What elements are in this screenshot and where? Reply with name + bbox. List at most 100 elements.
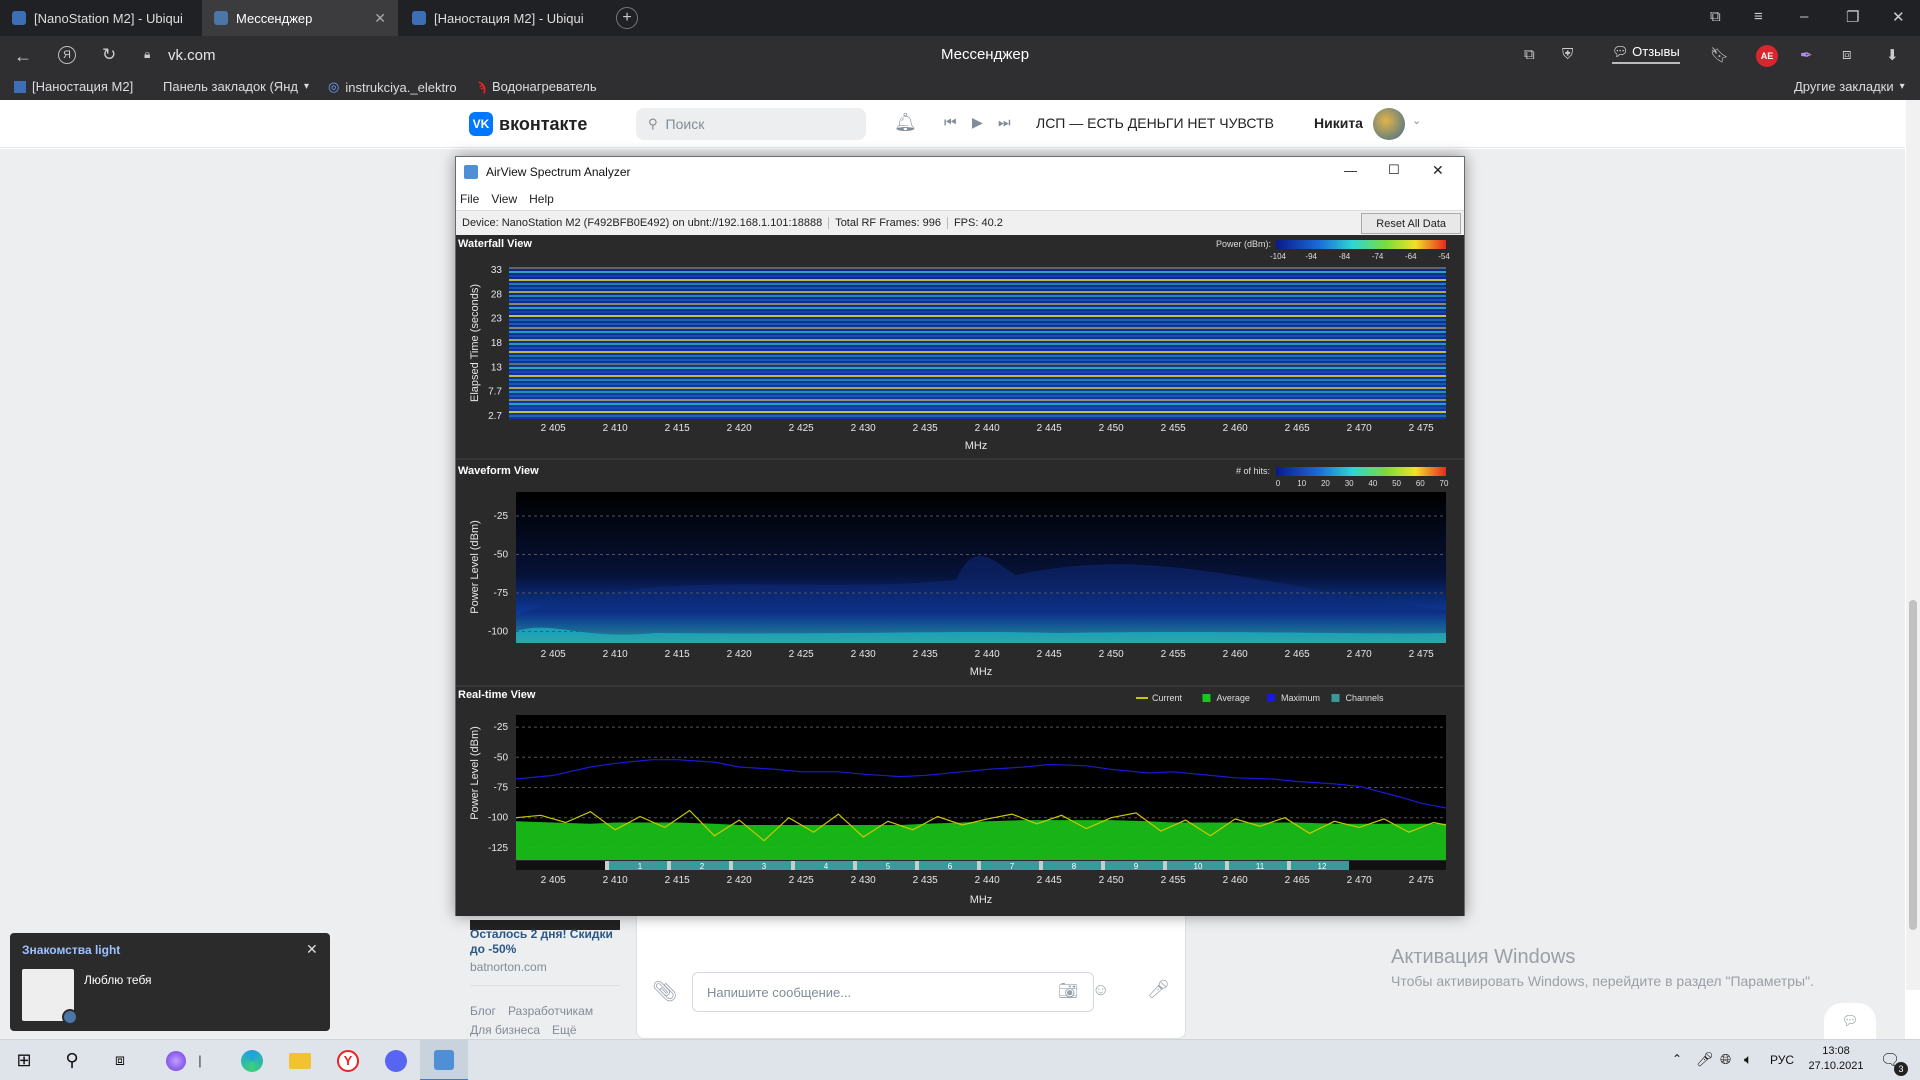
x-tick-label: 2 415 <box>665 875 690 886</box>
tray-chevron-icon[interactable]: ⌃ <box>1672 1052 1682 1066</box>
back-icon[interactable]: ← <box>14 46 32 67</box>
maximize-icon[interactable]: ❐ <box>1846 8 1859 26</box>
reload-icon[interactable]: ↻ <box>102 45 116 65</box>
bookmark-instrukciya[interactable]: ◎ instrukciya._elektro <box>328 79 457 95</box>
legend-tick-label: -64 <box>1405 252 1417 261</box>
x-tick-label: 2 425 <box>789 423 814 434</box>
footer-blog[interactable]: Блог <box>470 1004 496 1018</box>
ad-title[interactable]: Осталось 2 дня! Скидки до -50% <box>470 927 620 957</box>
avatar[interactable] <box>1373 108 1405 140</box>
waterfall-band <box>509 283 1446 285</box>
new-tab-icon[interactable]: + <box>616 7 638 29</box>
tab-nanostation-ru[interactable]: [Наностация M2] - Ubiqui <box>400 0 600 36</box>
yandex-icon[interactable]: Я <box>58 46 76 64</box>
adblock-icon[interactable]: AE <box>1756 45 1778 67</box>
download-icon[interactable]: ⬇ <box>1886 46 1899 64</box>
x-tick-label: 2 455 <box>1161 423 1186 434</box>
other-bookmarks[interactable]: Другие закладки ▾ <box>1794 79 1905 94</box>
start-button[interactable]: ⊞ <box>0 1040 48 1080</box>
microphone-icon[interactable]: 🎤︎ <box>1696 1051 1714 1068</box>
x-tick-label: 2 435 <box>913 649 938 660</box>
window-title-bar: AirView Spectrum Analyzer — ☐ ✕ <box>456 157 1464 187</box>
feedback-button[interactable]: 💬︎ Отзывы <box>1612 44 1680 64</box>
attach-icon[interactable]: 📎︎ <box>652 979 677 1004</box>
close-tab-icon[interactable]: ✕ <box>374 10 386 27</box>
scrollbar-thumb[interactable] <box>1909 600 1917 930</box>
pip-icon[interactable]: ⧉ <box>1524 46 1535 63</box>
explorer-button[interactable] <box>276 1040 324 1080</box>
waterfall-band <box>509 351 1446 353</box>
current-track[interactable]: ЛСП — ЕСТЬ ДЕНЬГИ НЕТ ЧУВСТВ <box>1036 115 1274 131</box>
message-input[interactable]: Напишите сообщение... <box>692 972 1094 1012</box>
task-view-button[interactable]: ⧈ <box>96 1040 144 1080</box>
menu-help[interactable]: Help <box>529 192 554 206</box>
channel-separator <box>1163 861 1167 870</box>
prev-track-icon[interactable]: ⏮ <box>944 114 957 131</box>
search-input[interactable]: ⚲ Поиск <box>636 108 866 140</box>
menu-icon[interactable]: ≡ <box>1754 8 1763 25</box>
tabs-manager-icon[interactable]: ⧉ <box>1710 8 1721 25</box>
url-text[interactable]: vk.com <box>168 47 216 64</box>
x-tick-label: 2 430 <box>851 875 876 886</box>
volume-icon[interactable]: 🔈︎ <box>1744 1051 1752 1068</box>
lock-icon[interactable]: 🔒︎ <box>144 47 150 62</box>
minimize-icon[interactable]: – <box>1800 8 1808 25</box>
footer-more[interactable]: Ещё <box>552 1023 577 1037</box>
bookmark-panel[interactable]: Панель закладок (Янд ▾ <box>163 79 309 94</box>
close-window-icon[interactable]: ✕ <box>1892 8 1905 26</box>
notification-popup[interactable]: Знакомства light ✕ Люблю тебя <box>10 933 330 1031</box>
user-name[interactable]: Никита <box>1314 115 1363 131</box>
collections-icon[interactable]: ⧈ <box>1842 46 1852 63</box>
waterfall-band <box>509 339 1446 341</box>
bookmark-icon[interactable]: 🔖︎ <box>1710 46 1729 64</box>
ad-domain[interactable]: batnorton.com <box>470 960 547 974</box>
airview-icon <box>434 1049 454 1070</box>
close-icon[interactable]: ✕ <box>306 941 318 958</box>
protect-icon[interactable]: ⛨ <box>1562 46 1573 63</box>
emoji-icon[interactable]: ☺ <box>1092 980 1109 1000</box>
bell-icon[interactable]: 🔔︎ <box>894 112 917 133</box>
channel-label: 5 <box>886 862 891 871</box>
close-icon[interactable]: ✕ <box>1432 162 1444 179</box>
tab-messenger[interactable]: Мессенджер ✕ <box>202 0 398 36</box>
footer-business[interactable]: Для бизнеса <box>470 1023 540 1037</box>
reset-all-data-button[interactable]: Reset All Data <box>1361 213 1461 234</box>
play-icon[interactable]: ▶ <box>972 114 983 131</box>
search-button[interactable]: ⚲ <box>48 1040 96 1080</box>
waveform-x-ticks: 2 405 2 410 2 415 2 420 2 425 2 430 2 435 2 440… <box>541 649 1434 660</box>
menu-file[interactable]: File <box>460 192 479 206</box>
network-icon[interactable]: 🌐︎ <box>1720 1051 1731 1068</box>
edge-button[interactable] <box>228 1040 276 1080</box>
bookmark-nanostation[interactable]: [Наностация M2] <box>14 79 133 94</box>
maximize-icon[interactable]: ☐ <box>1388 162 1400 178</box>
waterfall-band <box>509 295 1446 297</box>
clock[interactable]: 13:08 27.10.2021 <box>1806 1044 1866 1074</box>
yandex-browser-button[interactable]: Y <box>324 1040 372 1080</box>
tab-nanostation[interactable]: [NanoStation M2] - Ubiqui <box>0 0 200 36</box>
bookmark-vodonagrevatel[interactable]: ϡ Водонагреватель <box>478 79 597 94</box>
page-scrollbar[interactable] <box>1906 100 1920 990</box>
airview-taskbar-button[interactable] <box>420 1040 468 1080</box>
feather-icon[interactable]: ✒ <box>1800 46 1813 64</box>
camera-icon[interactable]: 📷︎ <box>1058 981 1078 1001</box>
legend-tick-label: -104 <box>1270 252 1287 261</box>
waveform-xlabel: MHz <box>970 666 993 678</box>
x-tick-label: 2 410 <box>603 875 628 886</box>
y-tick-label: -100 <box>488 813 508 824</box>
next-track-icon[interactable]: ⏭ <box>998 114 1011 131</box>
chat-bubble-icon[interactable]: 💬︎ <box>1824 1003 1876 1039</box>
language-indicator[interactable]: РУС <box>1770 1053 1794 1067</box>
chevron-down-icon: ▾ <box>1899 81 1905 92</box>
legend-tick-label: -94 <box>1305 252 1317 261</box>
x-tick-label: 2 475 <box>1409 423 1434 434</box>
microphone-icon[interactable]: 🎤︎ <box>1147 979 1170 1000</box>
menu-view[interactable]: View <box>491 192 517 206</box>
waterfall-band <box>509 359 1446 361</box>
footer-developers[interactable]: Разработчикам <box>508 1004 593 1018</box>
chevron-down-icon[interactable]: ⌄ <box>1412 114 1421 127</box>
legend-tick-label: -84 <box>1339 252 1351 261</box>
discord-button[interactable] <box>372 1040 420 1080</box>
vk-logo[interactable]: VK вконтакте <box>469 112 587 136</box>
minimize-icon[interactable]: — <box>1344 163 1357 178</box>
waterfall-band <box>509 271 1446 273</box>
